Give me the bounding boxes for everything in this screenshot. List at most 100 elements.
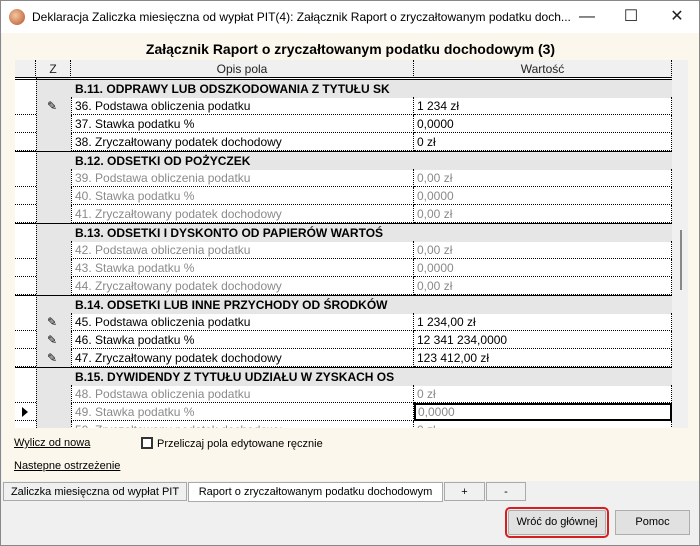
tab-remove[interactable]: - — [486, 482, 526, 501]
tab-zaliczka[interactable]: Zaliczka miesięczna od wypłat PIT — [3, 482, 187, 501]
row-indicator[interactable] — [15, 241, 36, 259]
field-value[interactable]: 0 zł — [414, 385, 672, 403]
row-indicator[interactable] — [15, 152, 36, 170]
table-row[interactable]: ✎ 45. Podstawa obliczenia podatku 1 234,00… — [15, 313, 672, 331]
scrollbar-thumb[interactable] — [680, 230, 682, 290]
group-label: B.12. ODSETKI OD POŻYCZEK — [71, 152, 672, 170]
checkbox-label: Przeliczaj pola edytowane ręcznie — [157, 438, 323, 450]
back-to-main-button[interactable]: Wróć do głównej — [505, 507, 609, 538]
table-row[interactable]: 39. Podstawa obliczenia podatku 0,00 zł — [15, 169, 672, 187]
table-row[interactable]: ✎ 46. Stawka podatku % 12 341 234,0000 — [15, 331, 672, 349]
field-value[interactable]: 0,0000 — [414, 403, 672, 421]
field-label: 42. Podstawa obliczenia podatku — [71, 241, 414, 259]
next-warning-link[interactable]: Nastepne ostrzeżenie — [14, 460, 120, 472]
group-label: B.13. ODSETKI I DYSKONTO OD PAPIERÓW WAR… — [71, 224, 672, 242]
title-bar: Deklaracja Zaliczka miesięczna od wypłat… — [1, 1, 699, 33]
indicator-header — [15, 60, 36, 78]
row-indicator[interactable] — [15, 349, 36, 367]
field-value[interactable]: 0,00 zł — [414, 205, 672, 223]
field-label: 38. Zryczałtowany podatek dochodowy — [71, 133, 414, 151]
fields-grid: Z Opis pola Wartość B.11. ODPRAWY LUB OD… — [15, 60, 688, 428]
row-indicator[interactable] — [15, 403, 36, 421]
field-value[interactable]: 0,00 zł — [414, 241, 672, 259]
dialog-window: Deklaracja Zaliczka miesięczna od wypłat… — [0, 0, 700, 546]
tab-add[interactable]: + — [444, 482, 485, 501]
field-label: 41. Zryczałtowany podatek dochodowy — [71, 205, 414, 223]
field-label: 44. Zryczałtowany podatek dochodowy — [71, 277, 414, 295]
row-indicator[interactable] — [15, 259, 36, 277]
field-value[interactable]: 0,0000 — [414, 259, 672, 277]
column-header-opis[interactable]: Opis pola — [71, 60, 414, 78]
maximize-button[interactable]: ☐ — [611, 5, 651, 29]
row-indicator[interactable] — [15, 331, 36, 349]
row-indicator[interactable] — [15, 80, 36, 98]
table-row[interactable]: 37. Stawka podatku % 0,0000 — [15, 115, 672, 133]
field-value[interactable]: 0 zł — [414, 133, 672, 151]
edited-pencil-icon: ✎ — [47, 351, 58, 365]
row-indicator[interactable] — [15, 296, 36, 314]
group-row[interactable]: B.11. ODPRAWY LUB ODSZKODOWANIA Z TYTUŁU… — [15, 79, 672, 98]
column-header-wartosc[interactable]: Wartość — [414, 60, 672, 78]
recalculate-link[interactable]: Wylicz od nowa — [14, 437, 90, 449]
field-label: 48. Podstawa obliczenia podatku — [71, 385, 414, 403]
table-row[interactable]: ✎ 36. Podstawa obliczenia podatku 1 234 zł — [15, 97, 672, 115]
group-row[interactable]: B.12. ODSETKI OD POŻYCZEK — [15, 151, 672, 170]
field-label: 43. Stawka podatku % — [71, 259, 414, 277]
row-indicator[interactable] — [15, 187, 36, 205]
field-value[interactable]: 1 234,00 zł — [414, 313, 672, 331]
field-label: 40. Stawka podatku % — [71, 187, 414, 205]
row-indicator[interactable] — [15, 421, 36, 428]
field-value[interactable]: 0,0000 — [414, 115, 672, 133]
row-indicator[interactable] — [15, 385, 36, 403]
row-indicator[interactable] — [15, 133, 36, 151]
table-row[interactable]: ✎ 47. Zryczałtowany podatek dochodowy 123 … — [15, 349, 672, 367]
table-row[interactable]: 50. Zryczałtowany podatek dochodowy0 zł — [15, 421, 672, 428]
field-label: 45. Podstawa obliczenia podatku — [71, 313, 414, 331]
field-label: 50. Zryczałtowany podatek dochodowy — [71, 421, 414, 428]
field-value[interactable]: 0,00 zł — [414, 277, 672, 295]
help-button[interactable]: Pomoc — [615, 510, 690, 535]
table-row[interactable]: 42. Podstawa obliczenia podatku 0,00 zł — [15, 241, 672, 259]
row-indicator[interactable] — [15, 205, 36, 223]
edited-pencil-icon: ✎ — [47, 99, 58, 113]
field-value[interactable]: 0,0000 — [414, 187, 672, 205]
current-row-arrow-icon — [22, 407, 28, 417]
field-value[interactable]: 123 412,00 zł — [414, 349, 672, 367]
table-row[interactable]: 40. Stawka podatku % 0,0000 — [15, 187, 672, 205]
row-indicator[interactable] — [15, 368, 36, 386]
grid-header: Z Opis pola Wartość — [15, 60, 672, 78]
row-indicator[interactable] — [15, 224, 36, 242]
recalc-manual-checkbox[interactable]: Przeliczaj pola edytowane ręcznie — [141, 437, 323, 450]
row-indicator[interactable] — [15, 97, 36, 115]
group-row[interactable]: B.14. ODSETKI LUB INNE PRZYCHODY OD ŚROD… — [15, 295, 672, 314]
content-panel: Załącznik Raport o zryczałtowanym podatk… — [2, 33, 699, 481]
table-row[interactable]: 48. Podstawa obliczenia podatku 0 zł — [15, 385, 672, 403]
table-row[interactable]: 38. Zryczałtowany podatek dochodowy 0 zł — [15, 133, 672, 151]
table-row[interactable]: 44. Zryczałtowany podatek dochodowy 0,00 … — [15, 277, 672, 295]
row-indicator[interactable] — [15, 169, 36, 187]
group-label: B.15. DYWIDENDY Z TYTUŁU UDZIAŁU W ZYSKA… — [71, 368, 672, 386]
field-value[interactable]: 1 234 zł — [414, 97, 672, 115]
tab-raport[interactable]: Raport o zryczałtowanym podatku dochodow… — [188, 482, 443, 502]
minimize-button[interactable]: — — [567, 5, 607, 29]
column-header-z[interactable]: Z — [36, 60, 71, 78]
close-button[interactable]: ✕ — [657, 5, 697, 29]
table-row[interactable]: 41. Zryczałtowany podatek dochodowy 0,00 … — [15, 205, 672, 223]
field-value[interactable]: 0 zł — [414, 421, 672, 428]
group-label: B.11. ODPRAWY LUB ODSZKODOWANIA Z TYTUŁU… — [71, 80, 672, 98]
checkbox-box[interactable] — [141, 437, 153, 449]
group-row[interactable]: B.13. ODSETKI I DYSKONTO OD PAPIERÓW WAR… — [15, 223, 672, 242]
field-value[interactable]: 0,00 zł — [414, 169, 672, 187]
row-indicator[interactable] — [15, 115, 36, 133]
table-row[interactable]: 49. Stawka podatku % 0,0000 — [15, 403, 672, 421]
app-icon — [9, 9, 25, 25]
field-value[interactable]: 12 341 234,0000 — [414, 331, 672, 349]
vertical-scrollbar[interactable] — [672, 60, 688, 428]
row-indicator[interactable] — [15, 277, 36, 295]
group-row[interactable]: B.15. DYWIDENDY Z TYTUŁU UDZIAŁU W ZYSKA… — [15, 367, 672, 386]
edited-pencil-icon: ✎ — [47, 315, 58, 329]
page-title: Załącznik Raport o zryczałtowanym podatk… — [145, 41, 556, 57]
table-row[interactable]: 43. Stawka podatku % 0,0000 — [15, 259, 672, 277]
field-label: 49. Stawka podatku % — [71, 403, 414, 421]
row-indicator[interactable] — [15, 313, 36, 331]
